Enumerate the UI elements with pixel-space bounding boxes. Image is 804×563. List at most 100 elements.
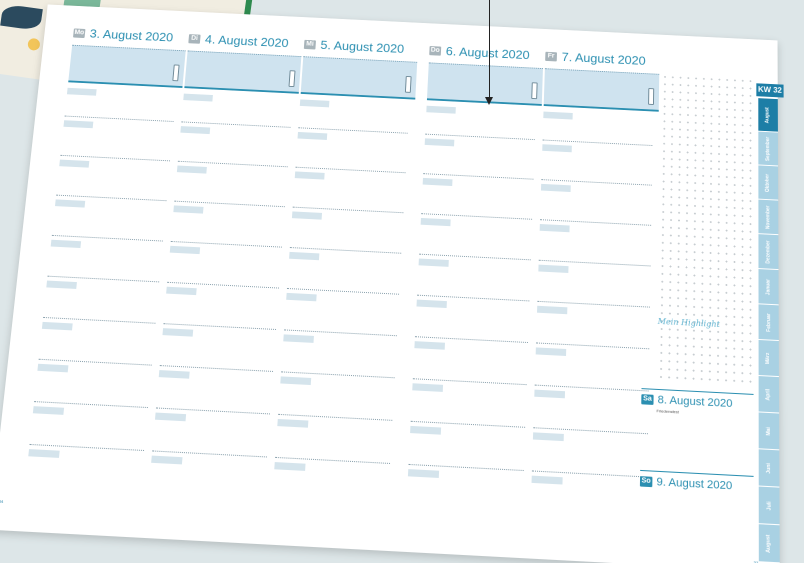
month-tab[interactable]: Oktober xyxy=(758,165,779,201)
time-slot-row[interactable] xyxy=(535,342,650,368)
day-header: So 9. August 2020 xyxy=(639,475,754,493)
time-slot-row[interactable] xyxy=(169,240,282,266)
time-slot-row[interactable] xyxy=(542,139,653,164)
highlight-box[interactable] xyxy=(68,44,186,88)
time-chip xyxy=(531,475,563,485)
time-slot-row[interactable] xyxy=(176,160,288,185)
time-slot-row[interactable] xyxy=(274,456,391,484)
time-slot-row[interactable] xyxy=(416,294,530,321)
time-slot-row[interactable] xyxy=(162,323,277,349)
time-slot-row[interactable] xyxy=(412,378,527,404)
time-slot-row[interactable] xyxy=(534,384,649,411)
time-slot-row[interactable] xyxy=(540,179,652,204)
time-chip xyxy=(41,321,73,331)
month-tab[interactable]: Dezember xyxy=(758,234,779,271)
time-chip xyxy=(176,165,207,174)
planner-page: Mo 3. August 2020 Di 4. August 2020 Mi 5… xyxy=(0,4,784,563)
day-header: Mi 5. August 2020 xyxy=(303,37,419,56)
time-chip xyxy=(162,328,194,337)
time-chip xyxy=(286,292,317,302)
month-tab-label: September xyxy=(765,136,772,161)
day-column-wednesday: Mi 5. August 2020 xyxy=(299,37,419,112)
time-chip xyxy=(412,383,444,392)
day-header: Do 6. August 2020 xyxy=(429,43,543,62)
time-chip xyxy=(183,93,213,102)
time-slot-row[interactable] xyxy=(539,219,652,244)
time-slot-row[interactable] xyxy=(165,281,280,307)
pencil-icon xyxy=(172,64,180,82)
time-slot-row[interactable] xyxy=(414,336,528,362)
time-slot-row[interactable] xyxy=(173,200,285,226)
time-slot-row[interactable] xyxy=(45,275,160,301)
pencil-icon xyxy=(531,82,538,100)
time-slot-row[interactable] xyxy=(407,463,524,491)
month-tab[interactable]: März xyxy=(758,339,779,378)
time-chip xyxy=(291,211,323,220)
time-slot-row[interactable] xyxy=(294,166,406,192)
month-tab[interactable]: September xyxy=(758,131,779,167)
time-chip xyxy=(535,347,567,356)
time-chip xyxy=(173,205,204,214)
month-tab-label: Juli xyxy=(766,500,773,511)
time-slot-row[interactable] xyxy=(289,247,402,272)
time-chip xyxy=(169,245,201,255)
month-tab[interactable]: November xyxy=(758,199,779,236)
pointer-arrow-line xyxy=(489,0,490,100)
month-tab[interactable]: August xyxy=(758,98,778,133)
month-tab[interactable]: Februar xyxy=(758,304,779,342)
time-slot-row[interactable] xyxy=(424,133,535,158)
time-chip xyxy=(410,425,442,435)
time-slot-row[interactable] xyxy=(37,358,152,385)
time-chip xyxy=(294,171,325,180)
time-slot-row[interactable] xyxy=(50,234,163,260)
time-slot-row[interactable] xyxy=(277,413,393,440)
time-slot-row[interactable] xyxy=(537,300,650,327)
month-tab[interactable]: August xyxy=(758,524,780,563)
time-slot-row[interactable] xyxy=(531,470,648,497)
month-tab-label: Dezember xyxy=(765,239,772,264)
time-slot-row[interactable] xyxy=(291,206,404,232)
highlight-box[interactable] xyxy=(300,56,418,100)
time-slot-row[interactable] xyxy=(283,329,397,355)
time-slot-row[interactable] xyxy=(532,427,648,454)
month-tab-label: Januar xyxy=(765,278,772,295)
highlight-box[interactable] xyxy=(184,50,302,94)
time-slot-row[interactable] xyxy=(297,127,408,151)
time-slot-row[interactable] xyxy=(286,287,400,313)
time-chip xyxy=(540,183,571,193)
time-chip xyxy=(539,223,570,233)
time-slot-row[interactable] xyxy=(422,173,534,198)
month-tab[interactable]: April xyxy=(758,376,780,414)
time-slot-row[interactable] xyxy=(158,365,274,391)
time-slot-row[interactable] xyxy=(154,407,271,433)
week-number-label: KW 32 xyxy=(756,83,784,98)
time-slot-row[interactable] xyxy=(180,121,291,145)
time-slot-row[interactable] xyxy=(150,450,267,477)
time-chip xyxy=(532,432,564,442)
time-slot-row[interactable] xyxy=(410,420,526,447)
time-chip xyxy=(424,138,455,147)
time-chip xyxy=(416,299,447,309)
time-slot-row[interactable] xyxy=(538,259,651,285)
time-chip xyxy=(180,126,211,135)
time-slot-row[interactable] xyxy=(63,115,174,140)
time-slot-row[interactable] xyxy=(420,213,533,238)
weekday-badge: Sa xyxy=(641,394,654,405)
month-tab-label: August xyxy=(766,533,773,553)
time-slot-row[interactable] xyxy=(54,194,167,220)
time-slot-row[interactable] xyxy=(41,316,156,343)
time-chip xyxy=(158,370,190,379)
highlight-box[interactable] xyxy=(543,68,660,112)
dot-grid-notes[interactable] xyxy=(656,73,755,386)
month-tab[interactable]: Januar xyxy=(758,269,779,306)
day-column-thursday: Do 6. August 2020 xyxy=(426,43,543,118)
time-slot-row[interactable] xyxy=(418,253,531,279)
month-tab[interactable]: Juli xyxy=(758,486,780,526)
time-slot-row[interactable] xyxy=(280,371,395,397)
time-slot-row[interactable] xyxy=(32,401,148,427)
month-tab[interactable]: Mai xyxy=(758,412,780,451)
time-slot-row[interactable] xyxy=(27,443,145,471)
time-slot-row[interactable] xyxy=(58,154,171,179)
month-tab[interactable]: Juni xyxy=(758,449,780,488)
weekday-badge: Fr xyxy=(545,51,558,61)
